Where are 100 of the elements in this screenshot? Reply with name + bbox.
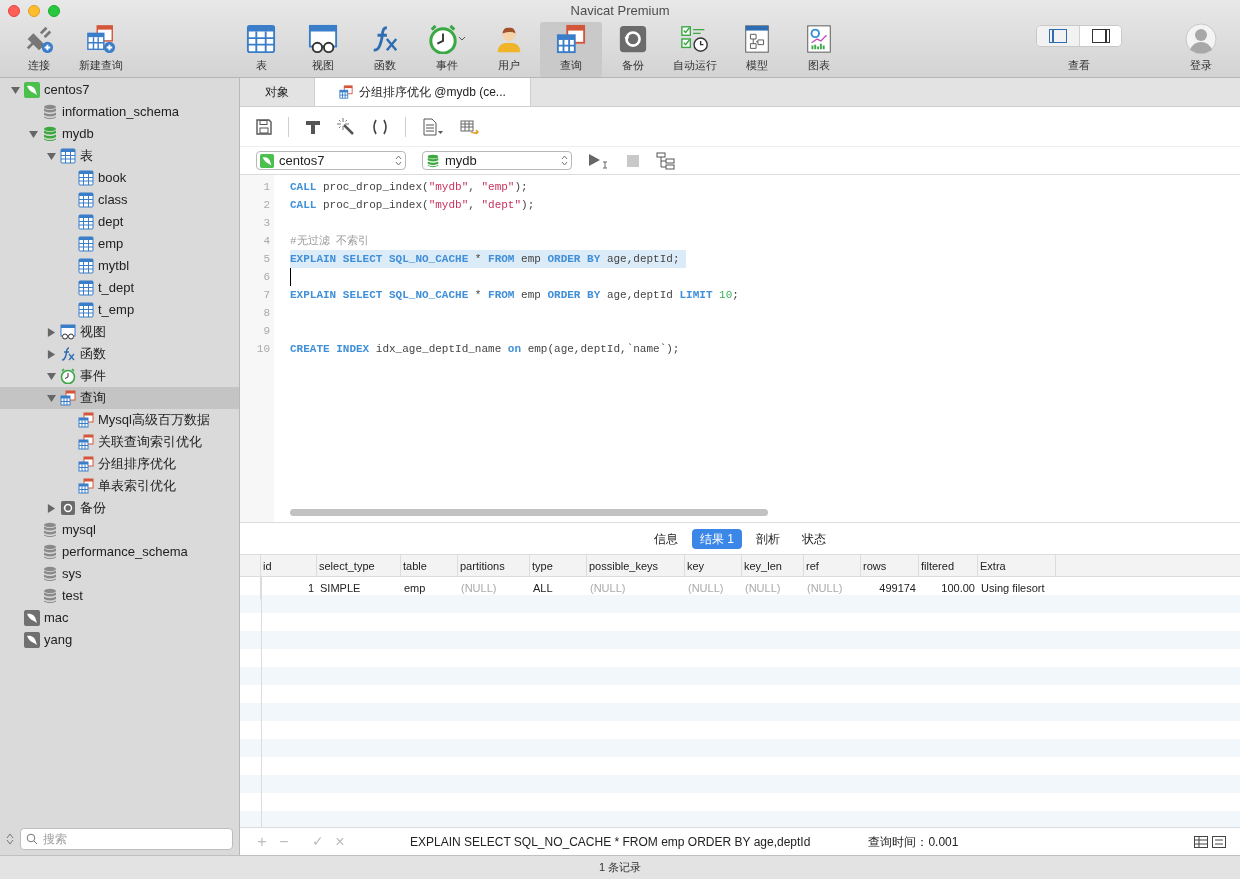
query-time: 查询时间：0.001 [868, 833, 959, 851]
backup-icon [618, 23, 648, 54]
column-header[interactable]: Extra [978, 555, 1056, 576]
table-cell-text: SIMPLE [319, 580, 362, 596]
line-number: 6 [262, 270, 271, 285]
query-icon [556, 23, 586, 54]
toolbar-button[interactable]: 用户 [478, 22, 540, 77]
table-cell-text: (NULL) [589, 580, 627, 596]
toolbar-button[interactable]: 模型 [726, 22, 788, 77]
table-export-icon[interactable] [460, 117, 480, 136]
expanded-arrow-icon[interactable] [46, 371, 56, 381]
table-cell-text: (NULL) [460, 580, 498, 596]
line-number: 4 [262, 234, 271, 249]
zoom-button[interactable] [48, 5, 60, 17]
run-icon[interactable] [588, 152, 610, 169]
line-number: 3 [262, 216, 271, 231]
checklist-clock-icon [680, 23, 710, 54]
toolbar-button[interactable]: 新建查询 [70, 22, 132, 77]
result-tab[interactable]: 剖析 [748, 528, 788, 549]
magic-wand-icon[interactable] [337, 117, 355, 136]
table-icon [78, 302, 94, 318]
toolbar-button[interactable]: 视图 [292, 22, 354, 77]
column-header[interactable]: key [685, 555, 742, 576]
tab[interactable]: 分组排序优化 @mydb (ce... [315, 78, 531, 106]
collapsed-arrow-icon[interactable] [46, 503, 56, 513]
line-number: 2 [262, 198, 271, 213]
grid-view-icon[interactable] [1194, 835, 1208, 848]
result-tab[interactable]: 状态 [794, 528, 834, 549]
line-number: 5 [262, 252, 271, 267]
line-number: 8 [262, 306, 271, 321]
search-icon [26, 833, 38, 845]
dolphin-icon [260, 153, 274, 168]
stepper-icon [561, 155, 568, 166]
expanded-arrow-icon[interactable] [28, 129, 38, 139]
view-toggle[interactable] [1037, 25, 1079, 46]
chart-document-icon [804, 23, 834, 54]
collapsed-arrow-icon[interactable] [46, 327, 56, 337]
table-icon [78, 214, 94, 230]
query-icon [60, 390, 76, 406]
parentheses-icon[interactable] [371, 118, 389, 135]
database-icon [42, 104, 58, 120]
clock-icon [60, 368, 76, 384]
column-header[interactable]: filtered [919, 555, 978, 576]
table-icon [78, 236, 94, 252]
form-view-icon[interactable] [1212, 835, 1226, 848]
database-icon [42, 522, 58, 538]
column-header[interactable]: select_type [317, 555, 401, 576]
new-query-icon [86, 23, 116, 54]
tree-item[interactable]: 查询 [0, 387, 239, 409]
diagram-document-icon [742, 23, 772, 54]
toolbar-button[interactable]: 函数 [354, 22, 416, 77]
query-icon [78, 434, 94, 450]
query-icon [78, 412, 94, 428]
search-field[interactable]: 搜索 [20, 828, 233, 850]
database-icon [42, 588, 58, 604]
toolbar-button[interactable]: 表 [230, 22, 292, 77]
column-header[interactable]: possible_keys [587, 555, 685, 576]
connection-select[interactable]: centos7 [256, 151, 406, 170]
table-icon [78, 280, 94, 296]
expanded-arrow-icon[interactable] [46, 393, 56, 403]
column-header[interactable]: key_len [742, 555, 804, 576]
table-cell-text: (NULL) [744, 580, 782, 596]
toolbar-button[interactable]: 备份 [602, 22, 664, 77]
table-icon [246, 23, 276, 54]
query-icon [339, 85, 353, 99]
login-button[interactable]: 登录 [1185, 22, 1217, 73]
result-tab[interactable]: 信息 [646, 528, 686, 549]
expanded-arrow-icon[interactable] [46, 151, 56, 161]
column-header[interactable]: partitions [458, 555, 530, 576]
hammer-icon[interactable] [305, 118, 321, 135]
toolbar-button[interactable]: 事件 [416, 22, 478, 77]
database-icon [42, 566, 58, 582]
code-line: CALL proc_drop_index("mydb", "dept"); [290, 198, 536, 213]
close-button[interactable] [8, 5, 20, 17]
column-header[interactable]: id [261, 555, 317, 576]
database-select[interactable]: mydb [422, 151, 572, 170]
result-tab[interactable]: 结果 1 [692, 528, 742, 549]
save-icon[interactable] [256, 118, 272, 135]
sort-arrows-icon[interactable] [6, 833, 14, 845]
explain-tree-icon[interactable] [656, 151, 676, 170]
column-header[interactable]: ref [804, 555, 861, 576]
code-line: #无过滤 不索引 [290, 233, 371, 249]
horizontal-scrollbar[interactable] [290, 509, 768, 516]
column-header[interactable]: type [530, 555, 587, 576]
stepper-icon [395, 155, 402, 166]
code-line: CREATE INDEX idx_age_deptId_name on emp(age,deptId,`name`); [290, 342, 681, 357]
view-label: 查看 [1068, 57, 1090, 73]
toolbar-button[interactable]: 图表 [788, 22, 850, 77]
collapsed-arrow-icon[interactable] [46, 349, 56, 359]
table-cell-text: (NULL) [687, 580, 725, 596]
view-toggle[interactable] [1079, 25, 1121, 46]
toolbar-button[interactable]: 查询 [540, 22, 602, 77]
table-icon [78, 192, 94, 208]
expanded-arrow-icon[interactable] [10, 85, 20, 95]
toolbar-button[interactable]: 连接 [8, 22, 70, 77]
table-icon [60, 148, 76, 164]
column-header[interactable]: table [401, 555, 458, 576]
toolbar-button[interactable]: 自动运行 [664, 22, 726, 77]
column-header[interactable]: rows [861, 555, 919, 576]
document-dropdown-icon[interactable] [422, 117, 444, 136]
